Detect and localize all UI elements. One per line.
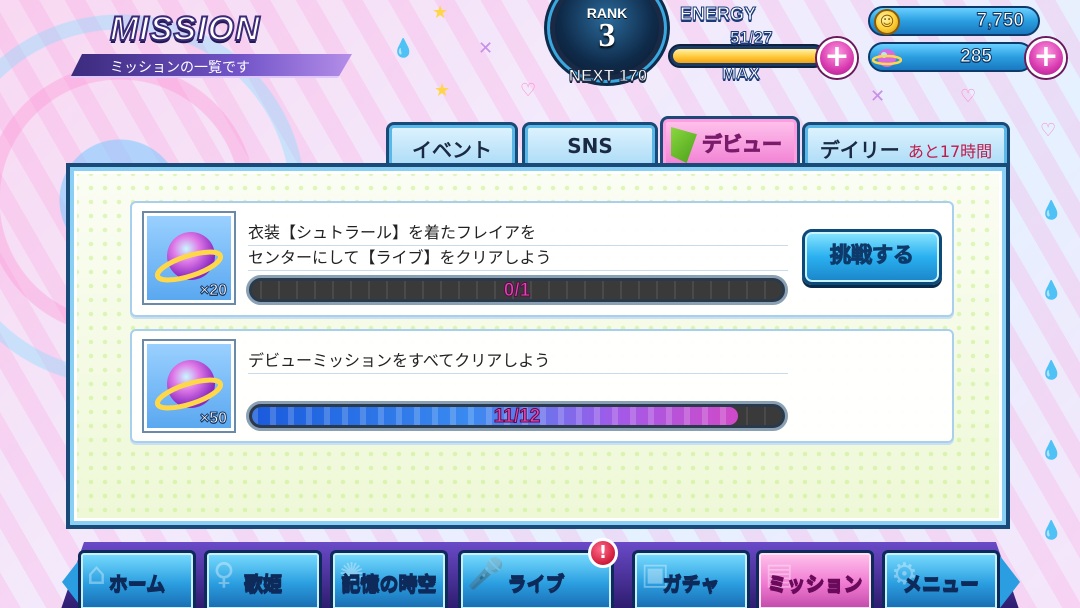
nav-home[interactable]: ⌂ ホーム bbox=[78, 550, 196, 608]
drop-decoration: 💧 bbox=[1040, 360, 1063, 381]
mission-card: ×50 デビューミッションをすべてクリアしよう 11/12 bbox=[130, 329, 954, 443]
tab-sns[interactable]: SNS bbox=[522, 122, 658, 168]
screen-title-block: ミッションの一覧です MISSION bbox=[70, 6, 360, 78]
energy-value: 51/27 bbox=[730, 28, 774, 48]
coin-amount: 7,750 bbox=[976, 10, 1025, 32]
mission-text-line: デビューミッションをすべてクリアしよう bbox=[248, 349, 788, 374]
plus-icon: + bbox=[1033, 39, 1059, 74]
progress-track: 11/12 bbox=[252, 407, 782, 425]
screen-title: MISSION bbox=[109, 9, 261, 49]
plus-icon: + bbox=[824, 39, 850, 74]
mission-description: 衣装【シュトラール】を着たフレイアを センターにして【ライブ】をクリアしよう bbox=[248, 221, 788, 271]
mission-card: ×20 衣装【シュトラール】を着たフレイアを センターにして【ライブ】をクリアし… bbox=[130, 201, 954, 317]
energy-label: ENERGY bbox=[679, 4, 757, 25]
energy-bar-fill bbox=[673, 49, 821, 63]
x-decoration: ✕ bbox=[478, 38, 494, 59]
tab-label-wrap: デイリー あと17時間 bbox=[805, 134, 1007, 163]
nav-label: ライブ bbox=[507, 573, 565, 596]
reward-quantity: ×20 bbox=[199, 282, 227, 300]
nav-label: 歌姫 bbox=[243, 573, 282, 596]
mission-progress-bar: 11/12 bbox=[246, 401, 788, 431]
heart-decoration: ♡ bbox=[1040, 120, 1057, 141]
star-decoration: ★ bbox=[432, 2, 449, 23]
tab-label: イベント bbox=[412, 138, 492, 162]
reward-item: ×50 bbox=[144, 341, 234, 431]
nav-label: ホーム bbox=[108, 573, 166, 596]
heart-decoration: ♡ bbox=[520, 80, 537, 101]
drop-decoration: 💧 bbox=[1040, 520, 1063, 541]
progress-text: 0/1 bbox=[503, 281, 531, 299]
progress-text: 11/12 bbox=[493, 407, 541, 425]
nav-label: ミッション bbox=[767, 573, 863, 596]
tab-label: デイリー bbox=[819, 138, 900, 162]
mission-description: デビューミッションをすべてクリアしよう bbox=[248, 349, 788, 374]
nav-memory[interactable]: ✺ 記憶の時空 bbox=[330, 550, 448, 608]
energy-status: MAX bbox=[722, 64, 761, 84]
progress-track: 0/1 bbox=[252, 281, 782, 299]
nav-mission[interactable]: ▤ ミッション bbox=[756, 550, 874, 608]
star-decoration: ★ bbox=[434, 80, 451, 101]
nav-singer[interactable]: ♀ 歌姫 bbox=[204, 550, 322, 608]
planet-gem-icon bbox=[872, 49, 902, 67]
subtitle-bar: ミッションの一覧です bbox=[70, 54, 352, 78]
mission-text-line: センターにして【ライブ】をクリアしよう bbox=[248, 246, 788, 271]
reward-quantity: ×50 bbox=[199, 410, 227, 428]
gem-counter: 285 bbox=[868, 42, 1034, 72]
tab-time-remaining: あと17時間 bbox=[907, 142, 993, 161]
tab-label: SNS bbox=[567, 134, 613, 158]
mission-list-panel: ×20 衣装【シュトラール】を着たフレイアを センターにして【ライブ】をクリアし… bbox=[66, 163, 1010, 529]
gem-amount: 285 bbox=[960, 46, 993, 68]
nav-label: ガチャ bbox=[662, 573, 720, 596]
nav-label: メニュー bbox=[902, 573, 979, 596]
nav-gacha[interactable]: ▣ ガチャ bbox=[632, 550, 750, 608]
nav-label: 記憶の時空 bbox=[341, 573, 437, 596]
add-energy-button[interactable]: + bbox=[817, 38, 857, 78]
reward-item: ×20 bbox=[144, 213, 234, 303]
nav-menu[interactable]: ⚙ メニュー bbox=[882, 550, 1000, 608]
heart-decoration: ♡ bbox=[960, 86, 977, 107]
drop-decoration: 💧 bbox=[1040, 440, 1063, 461]
rank-value: 3 bbox=[598, 17, 616, 54]
tab-daily[interactable]: デイリー あと17時間 bbox=[802, 122, 1010, 168]
challenge-button[interactable]: 挑戦する bbox=[802, 229, 942, 285]
tab-label: デビュー bbox=[702, 132, 783, 157]
drop-decoration: 💧 bbox=[1040, 200, 1063, 221]
tab-debut[interactable]: デビュー bbox=[660, 116, 800, 170]
tab-event[interactable]: イベント bbox=[386, 122, 518, 168]
coin-icon: ☺ bbox=[874, 9, 900, 35]
add-gems-button[interactable]: + bbox=[1026, 38, 1066, 78]
coin-counter: ☺ 7,750 bbox=[868, 6, 1040, 36]
drop-decoration: 💧 bbox=[1040, 280, 1063, 301]
rank-next-exp: NEXT 170 bbox=[568, 66, 648, 86]
nav-right-arrow bbox=[1000, 556, 1020, 608]
x-decoration: ✕ bbox=[870, 86, 886, 107]
live-alert-badge: ! bbox=[588, 538, 618, 568]
mission-text-line: 衣装【シュトラール】を着たフレイアを bbox=[248, 221, 788, 246]
mission-progress-bar: 0/1 bbox=[246, 275, 788, 305]
drop-decoration: 💧 bbox=[392, 38, 415, 59]
screen-subtitle: ミッションの一覧です bbox=[110, 60, 250, 76]
